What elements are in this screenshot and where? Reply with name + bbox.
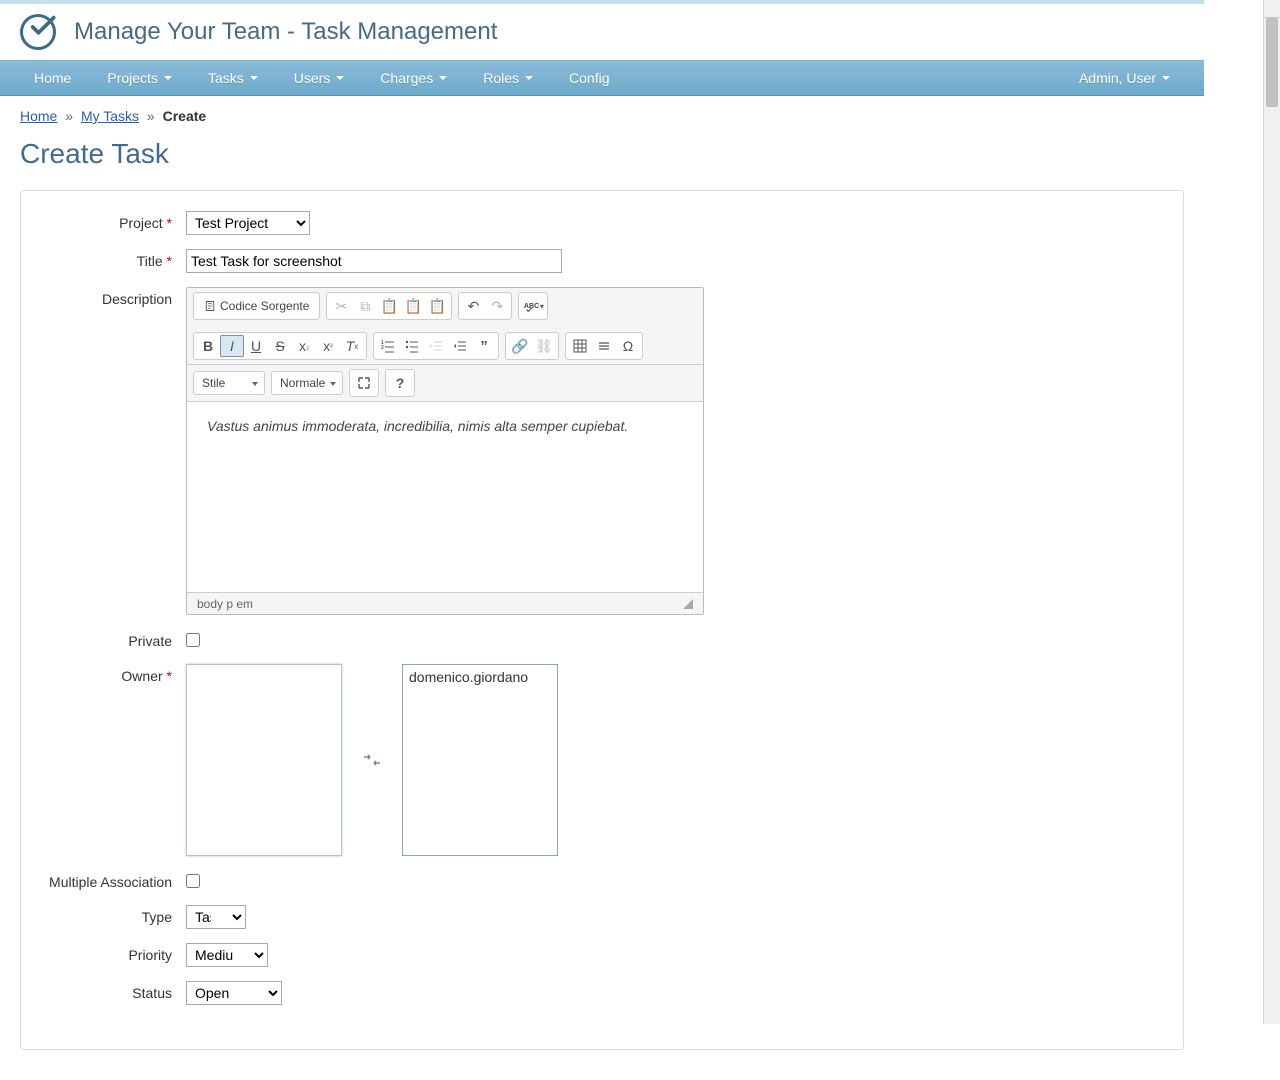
source-icon bbox=[204, 300, 216, 312]
style-select[interactable]: Stile bbox=[193, 371, 265, 395]
nav-projects[interactable]: Projects bbox=[89, 60, 190, 96]
scrollbar-thumb[interactable] bbox=[1266, 17, 1278, 107]
svg-text:2: 2 bbox=[381, 345, 384, 351]
page-title: Create Task bbox=[20, 138, 1184, 170]
unlink-icon[interactable]: ⛓ bbox=[532, 335, 556, 357]
redo-icon[interactable]: ↷ bbox=[485, 295, 509, 317]
help-icon[interactable]: ? bbox=[388, 372, 412, 394]
editor-element-path[interactable]: body p em bbox=[197, 597, 253, 611]
breadcrumb-current: Create bbox=[163, 108, 207, 124]
subscript-icon[interactable]: x₂ bbox=[292, 335, 316, 357]
editor-content[interactable]: Vastus animus immoderata, incredibilia, … bbox=[187, 402, 703, 592]
type-select[interactable]: Task bbox=[186, 905, 246, 929]
unordered-list-icon[interactable] bbox=[400, 335, 424, 357]
label-description: Description bbox=[41, 287, 186, 307]
multiple-assoc-checkbox[interactable] bbox=[186, 874, 200, 888]
owner-available-list[interactable] bbox=[186, 664, 342, 856]
table-icon[interactable] bbox=[568, 335, 592, 357]
navbar: Home Projects Tasks Users Charges Roles … bbox=[0, 60, 1204, 96]
paste-word-icon[interactable]: 📋 bbox=[425, 295, 449, 317]
undo-icon[interactable]: ↶ bbox=[461, 295, 485, 317]
chevron-down-icon bbox=[1162, 76, 1170, 80]
nav-roles[interactable]: Roles bbox=[465, 60, 551, 96]
superscript-icon[interactable]: x² bbox=[316, 335, 340, 357]
paste-icon[interactable]: 📋 bbox=[377, 295, 401, 317]
title-input[interactable] bbox=[186, 249, 562, 273]
priority-select[interactable]: Medium bbox=[186, 943, 268, 967]
spellcheck-icon[interactable]: ABC ▾ bbox=[521, 295, 545, 317]
strike-icon[interactable]: S bbox=[268, 335, 292, 357]
format-select[interactable]: Normale bbox=[271, 371, 343, 395]
project-select[interactable]: Test Project bbox=[186, 211, 310, 235]
resize-handle-icon[interactable] bbox=[683, 599, 693, 609]
indent-icon[interactable] bbox=[448, 335, 472, 357]
label-multiple-assoc: Multiple Association bbox=[41, 870, 186, 890]
remove-format-icon[interactable]: Tx bbox=[340, 335, 364, 357]
label-status: Status bbox=[41, 981, 186, 1001]
hr-icon[interactable] bbox=[592, 335, 616, 357]
owner-selected-list[interactable]: domenico.giordano bbox=[402, 664, 558, 856]
chevron-down-icon bbox=[439, 76, 447, 80]
nav-charges[interactable]: Charges bbox=[362, 60, 465, 96]
chevron-down-icon bbox=[250, 76, 258, 80]
nav-home[interactable]: Home bbox=[16, 60, 89, 96]
copy-icon[interactable]: ⧉ bbox=[353, 295, 377, 317]
label-owner: Owner * bbox=[41, 664, 186, 684]
rich-text-editor: Codice Sorgente ✂ ⧉ 📋 📋 📋 bbox=[186, 287, 704, 615]
private-checkbox[interactable] bbox=[186, 633, 200, 647]
app-logo bbox=[20, 14, 56, 50]
paste-text-icon[interactable]: 📋 bbox=[401, 295, 425, 317]
blockquote-icon[interactable]: ” bbox=[472, 335, 496, 357]
owner-selected-item[interactable]: domenico.giordano bbox=[409, 669, 551, 685]
breadcrumb-home[interactable]: Home bbox=[20, 108, 57, 124]
scrollbar[interactable] bbox=[1263, 0, 1280, 1024]
nav-users[interactable]: Users bbox=[276, 60, 363, 96]
cut-icon[interactable]: ✂ bbox=[329, 295, 353, 317]
link-icon[interactable]: 🔗 bbox=[508, 335, 532, 357]
label-title: Title * bbox=[41, 249, 186, 269]
chevron-down-icon bbox=[336, 76, 344, 80]
chevron-down-icon bbox=[525, 76, 533, 80]
label-project: Project * bbox=[41, 211, 186, 231]
maximize-icon[interactable] bbox=[352, 372, 376, 394]
underline-icon[interactable]: U bbox=[244, 335, 268, 357]
form-panel: Project * Test Project Title * Descripti… bbox=[20, 190, 1184, 1050]
nav-user-menu[interactable]: Admin, User bbox=[1061, 60, 1188, 96]
outdent-icon[interactable] bbox=[424, 335, 448, 357]
italic-icon[interactable]: I bbox=[220, 335, 244, 357]
label-private: Private bbox=[41, 629, 186, 649]
header: Manage Your Team - Task Management bbox=[0, 4, 1204, 60]
bold-icon[interactable]: B bbox=[196, 335, 220, 357]
status-select[interactable]: Open bbox=[186, 981, 282, 1005]
editor-source-button[interactable]: Codice Sorgente bbox=[196, 295, 317, 317]
breadcrumb: Home » My Tasks » Create bbox=[20, 108, 1184, 124]
app-title: Manage Your Team - Task Management bbox=[74, 18, 497, 46]
nav-tasks[interactable]: Tasks bbox=[190, 60, 276, 96]
label-type: Type bbox=[41, 905, 186, 925]
breadcrumb-mytasks[interactable]: My Tasks bbox=[81, 108, 139, 124]
swap-icon[interactable] bbox=[362, 753, 382, 767]
label-priority: Priority bbox=[41, 943, 186, 963]
special-char-icon[interactable]: Ω bbox=[616, 335, 640, 357]
chevron-down-icon bbox=[164, 76, 172, 80]
ordered-list-icon[interactable]: 12 bbox=[376, 335, 400, 357]
nav-config[interactable]: Config bbox=[551, 60, 627, 96]
